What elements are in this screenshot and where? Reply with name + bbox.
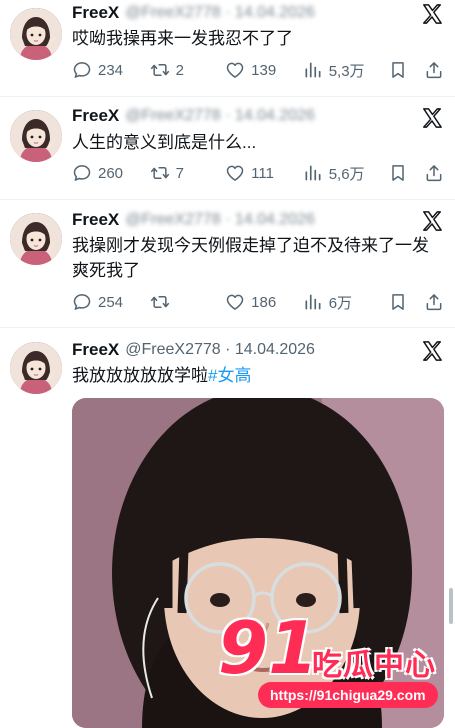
tweet-text: 哎呦我操再来一发我忍不了了 [72, 29, 293, 48]
views-button[interactable]: 5,6万 [303, 163, 389, 184]
handle-date[interactable]: @FreeX2778 · 14.04.2026 [125, 4, 315, 22]
watermark-url: https://91chigua29.com [258, 682, 438, 708]
handle-date[interactable]: @FreeX2778 · 14.04.2026 [125, 341, 315, 359]
x-logo-icon [421, 3, 443, 25]
tweet-text: 人生的意义到底是什么... [72, 133, 257, 152]
retweet-icon [150, 60, 170, 80]
reply-count: 234 [98, 61, 124, 79]
view-count: 6万 [328, 294, 353, 312]
bookmark-icon [388, 163, 408, 183]
heart-icon [225, 163, 245, 183]
retweet-icon [150, 292, 170, 312]
share-button[interactable] [424, 60, 444, 80]
avatar[interactable] [10, 110, 62, 162]
retweet-count: 7 [175, 164, 184, 182]
display-name[interactable]: FreeX [72, 340, 119, 360]
retweet-button[interactable]: 7 [150, 163, 226, 183]
retweet-button[interactable]: 2 [150, 60, 226, 80]
x-logo-icon [421, 340, 443, 362]
action-bar: 234 2 139 5,3万 [72, 58, 444, 82]
bookmark-button[interactable] [388, 60, 424, 80]
reply-count: 260 [98, 164, 124, 182]
x-logo-icon [421, 107, 443, 129]
tweet-3[interactable]: FreeX @FreeX2778 · 14.04.2026 我操刚才发现今天例假… [0, 200, 455, 328]
bookmark-button[interactable] [388, 292, 424, 312]
watermark-site-name: 吃瓜中心 [312, 649, 436, 682]
like-button[interactable]: 139 [225, 60, 303, 80]
reply-button[interactable]: 234 [72, 60, 150, 80]
retweet-count: 2 [175, 61, 184, 79]
heart-icon [225, 60, 245, 80]
bookmark-icon [388, 60, 408, 80]
x-logo-icon [421, 210, 443, 232]
like-count: 139 [251, 61, 277, 79]
views-button[interactable]: 5,3万 [303, 60, 389, 81]
action-bar: 260 7 111 5,6万 [72, 161, 444, 185]
display-name[interactable]: FreeX [72, 210, 119, 230]
retweet-button[interactable] [150, 292, 226, 312]
views-icon [303, 292, 323, 312]
reply-count: 254 [98, 293, 124, 311]
reply-icon [72, 163, 92, 183]
bookmark-button[interactable] [388, 163, 424, 183]
handle-date[interactable]: @FreeX2778 · 14.04.2026 [125, 211, 315, 229]
reply-icon [72, 292, 92, 312]
handle-date[interactable]: @FreeX2778 · 14.04.2026 [125, 107, 315, 125]
tweet-2[interactable]: FreeX @FreeX2778 · 14.04.2026 人生的意义到底是什么… [0, 97, 455, 200]
share-icon [424, 163, 444, 183]
avatar[interactable] [10, 213, 62, 265]
like-button[interactable]: 111 [225, 163, 303, 183]
reply-button[interactable]: 260 [72, 163, 150, 183]
view-count: 5,6万 [328, 165, 365, 183]
views-icon [303, 60, 323, 80]
bookmark-icon [388, 292, 408, 312]
views-button[interactable]: 6万 [303, 292, 389, 313]
views-icon [303, 163, 323, 183]
tweet-1[interactable]: FreeX @FreeX2778 · 14.04.2026 哎呦我操再来一发我忍… [0, 0, 455, 97]
reply-button[interactable]: 254 [72, 292, 150, 312]
share-button[interactable] [424, 163, 444, 183]
tweet-text: 我操刚才发现今天例假走掉了迫不及待来了一发爽死我了 [72, 236, 429, 280]
tweet-text: 我放放放放放学啦#女高 [72, 363, 441, 388]
hashtag-link[interactable]: #女高 [208, 366, 251, 385]
display-name[interactable]: FreeX [72, 106, 119, 126]
like-count: 111 [251, 164, 274, 182]
share-icon [424, 292, 444, 312]
like-button[interactable]: 186 [225, 292, 303, 312]
heart-icon [225, 292, 245, 312]
tweet-text-body: 我放放放放放学啦 [72, 366, 208, 385]
share-icon [424, 60, 444, 80]
scrollbar-thumb[interactable] [449, 588, 453, 624]
reply-icon [72, 60, 92, 80]
share-button[interactable] [424, 292, 444, 312]
retweet-icon [150, 163, 170, 183]
display-name[interactable]: FreeX [72, 3, 119, 23]
avatar[interactable] [10, 8, 62, 60]
avatar[interactable] [10, 342, 62, 394]
action-bar: 254 186 6万 [72, 290, 444, 314]
like-count: 186 [251, 293, 277, 311]
view-count: 5,3万 [328, 62, 365, 80]
watermark-number: 91 [218, 606, 319, 690]
